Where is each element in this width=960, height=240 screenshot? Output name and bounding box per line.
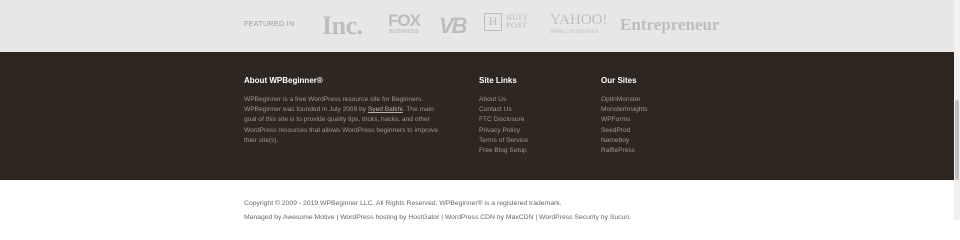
about-title: About WPBeginner® — [244, 76, 323, 85]
venturebeat-logo: VB — [439, 13, 468, 38]
our-sites-title: Our Sites — [601, 76, 637, 85]
footer-main: About WPBeginner® WPBeginner is a free W… — [0, 52, 954, 180]
featured-in-label: FEATURED IN — [244, 21, 295, 28]
huffpost-logo-box: H — [484, 13, 502, 31]
yahoo-logo-subtext: SMALL BUSINESS — [550, 29, 599, 35]
site-link-ftc-disclosure[interactable]: FTC Disclosure — [479, 115, 528, 125]
fox-business-logo: FOX BUSINESS — [384, 12, 424, 35]
our-site-wpforms[interactable]: WPForms — [601, 115, 648, 125]
our-site-optinmonster[interactable]: OptinMonster — [601, 95, 648, 105]
our-site-nameboy[interactable]: Nameboy — [601, 136, 648, 146]
managed-by-text: Managed by Awesome Motive | WordPress ho… — [244, 214, 632, 221]
yahoo-logo-text: YAHOO! — [550, 12, 608, 28]
huffpost-logo-line2: POST — [506, 21, 528, 30]
founder-link[interactable]: Syed Balkhi — [368, 106, 403, 113]
inc-logo: Inc. — [322, 11, 363, 40]
site-links-list: About Us Contact Us FTC Disclosure Priva… — [479, 95, 528, 156]
scrollbar-thumb[interactable] — [955, 100, 959, 180]
about-description: WPBeginner is a free WordPress resource … — [244, 95, 444, 146]
our-sites-list: OptinMonster MonsterInsights WPForms See… — [601, 95, 648, 156]
site-link-contact-us[interactable]: Contact Us — [479, 105, 528, 115]
huffpost-logo: H HUFF POST — [484, 13, 528, 31]
fox-logo-subtext: BUSINESS — [389, 29, 419, 35]
yahoo-small-business-logo: YAHOO! SMALL BUSINESS — [550, 13, 608, 35]
entrepreneur-logo: Entrepreneur — [620, 15, 720, 34]
site-links-title: Site Links — [479, 76, 517, 85]
site-link-free-blog-setup[interactable]: Free Blog Setup — [479, 146, 528, 156]
our-site-seedprod[interactable]: SeedProd — [601, 126, 648, 136]
site-link-about-us[interactable]: About Us — [479, 95, 528, 105]
site-link-terms-of-service[interactable]: Terms of Service — [479, 136, 528, 146]
our-site-rafflepress[interactable]: RafflePress — [601, 146, 648, 156]
featured-in-bar: FEATURED IN Inc. FOX BUSINESS VB H HUFF … — [0, 0, 954, 52]
our-site-monsterinsights[interactable]: MonsterInsights — [601, 105, 648, 115]
page-scrollbar[interactable] — [954, 0, 960, 220]
huffpost-logo-text: HUFF POST — [506, 14, 528, 30]
site-link-privacy-policy[interactable]: Privacy Policy — [479, 126, 528, 136]
copyright-text: Copyright © 2009 - 2019 WPBeginner LLC. … — [244, 200, 562, 207]
fox-logo-text: FOX — [388, 11, 421, 30]
